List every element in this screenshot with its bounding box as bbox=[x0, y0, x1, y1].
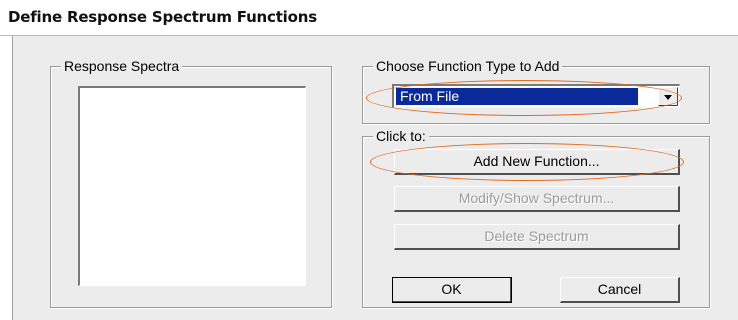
chevron-down-icon bbox=[664, 95, 672, 100]
modify-show-spectrum-button[interactable]: Modify/Show Spectrum... bbox=[394, 186, 680, 212]
ok-button[interactable]: OK bbox=[392, 277, 512, 303]
response-spectra-list[interactable] bbox=[78, 86, 306, 286]
function-type-selected-value: From File bbox=[395, 87, 639, 106]
delete-spectrum-button[interactable]: Delete Spectrum bbox=[394, 224, 680, 250]
response-spectra-legend: Response Spectra bbox=[61, 58, 183, 74]
click-to-legend: Click to: bbox=[373, 128, 429, 144]
function-type-legend: Choose Function Type to Add bbox=[373, 58, 563, 74]
dialog-title: Define Response Spectrum Functions bbox=[8, 8, 317, 26]
define-response-spectrum-dialog: Define Response Spectrum Functions Respo… bbox=[0, 0, 738, 320]
cancel-button[interactable]: Cancel bbox=[560, 277, 680, 303]
add-new-function-button[interactable]: Add New Function... bbox=[394, 149, 680, 175]
function-type-dropdown[interactable]: From File bbox=[392, 84, 680, 108]
dropdown-arrow-button[interactable] bbox=[658, 87, 678, 106]
